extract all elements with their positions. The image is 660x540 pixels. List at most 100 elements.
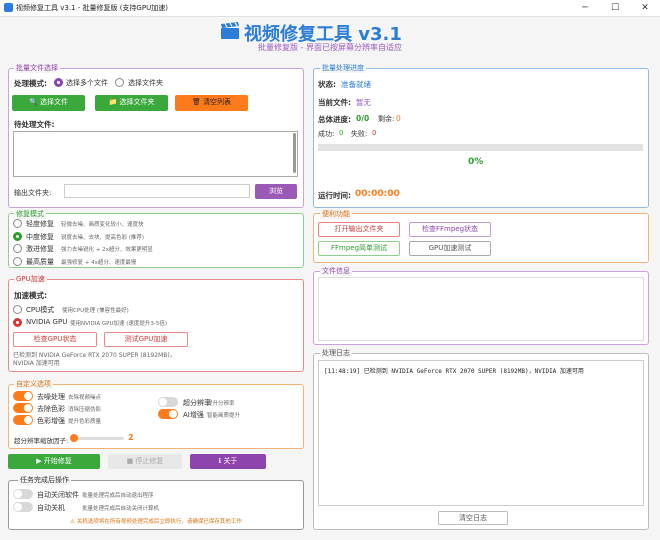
batch-panel-title: 批量文件选择	[14, 63, 60, 73]
status-label: 状态:	[318, 80, 336, 89]
total-progress-label: 总体进度:	[318, 115, 351, 124]
custom-option-toggle[interactable]	[158, 409, 178, 419]
close-button[interactable]: ✕	[630, 0, 660, 17]
title-bar: 视频修复工具 v3.1 - 批量修复版 (支持GPU加速) ─ ☐ ✕	[0, 0, 660, 17]
remaining-value: 0	[396, 114, 401, 123]
custom-option-toggle[interactable]	[13, 391, 33, 401]
clear-log-button[interactable]: 清空日志	[438, 511, 508, 525]
custom-option-toggle[interactable]	[158, 397, 178, 407]
check-ffmpeg-button[interactable]: 检查FFmpeg状态	[409, 222, 491, 237]
maximize-button[interactable]: ☐	[600, 0, 630, 17]
repair-option-desc: 锐度去噪、去块、提高色彩 (推荐)	[61, 234, 145, 241]
repair-option-radio[interactable]	[13, 219, 22, 228]
mode-folder-label: 选择文件夹	[128, 79, 163, 87]
trash-icon: 🗑	[191, 98, 204, 106]
open-output-folder-button[interactable]: 打开输出文件夹	[318, 222, 400, 237]
browse-button[interactable]: 浏览	[255, 184, 297, 199]
remaining-label: 剩余:	[378, 115, 395, 123]
repair-option-label: 最高质量	[26, 257, 54, 266]
repair-option-desc: 最强修复 + 4x超分、速度最慢	[61, 259, 137, 266]
custom-option-label: 色彩增强	[37, 417, 65, 425]
repair-option-radio[interactable]	[13, 244, 22, 253]
gpu-detected-text: 已检测到 NVIDIA GeForce RTX 2070 SUPER (8192…	[13, 352, 176, 367]
repair-option-desc: 轻微去噪、画质变化较小，速度快	[61, 222, 144, 228]
after-task-toggle[interactable]	[13, 489, 33, 499]
run-time-label: 运行时间:	[318, 191, 351, 200]
nvidia-gpu-radio[interactable]	[13, 318, 22, 327]
nvidia-gpu-label: NVIDIA GPU	[26, 318, 68, 326]
cpu-mode-desc: 使用CPU处理 (兼容性最好)	[62, 308, 129, 314]
custom-option-desc: 提升色彩质量	[68, 419, 102, 425]
current-file-value: 暂无	[356, 98, 371, 107]
repair-option-radio[interactable]	[13, 256, 22, 266]
status-value: 准备就绪	[341, 80, 371, 89]
log-text-area[interactable]: [11:48:19] 已检测到 NVIDIA GeForce RTX 2070 …	[318, 360, 644, 506]
after-task-desc: 批量处理完成后自动关闭计算机	[82, 506, 160, 512]
custom-option-desc: 去除视频噪点	[68, 395, 102, 401]
repair-option-label: 激进修复	[26, 245, 54, 253]
play-icon: ▶	[36, 457, 44, 465]
repair-option-label: 轻度修复	[26, 220, 54, 228]
custom-option-toggle[interactable]	[13, 415, 33, 425]
success-label: 成功:	[318, 130, 335, 138]
repair-mode-title: 修复模式	[14, 209, 46, 219]
success-value: 0	[339, 129, 344, 137]
scale-slider[interactable]	[70, 434, 124, 442]
custom-options-title: 自定义选项	[14, 379, 53, 389]
after-task-toggle[interactable]	[13, 502, 33, 512]
about-button[interactable]: ℹ 关于	[190, 454, 266, 469]
repair-option-desc: 强力去噪锐化 + 2x超分、效果更明显	[61, 247, 153, 253]
clapperboard-icon	[221, 22, 239, 39]
nvidia-gpu-desc: 使用NVIDIA GPU加速 (速度提升3-5倍)	[70, 321, 167, 327]
repair-option-radio[interactable]	[13, 231, 22, 241]
progress-bar	[318, 144, 643, 151]
app-subtitle: 批量修复版 - 界面已按屏幕分辨率自适应	[258, 43, 402, 52]
custom-option-label: 去噪处理	[37, 393, 65, 401]
scale-factor-value: 2	[128, 433, 134, 442]
log-panel-title: 处理日志	[320, 348, 352, 358]
clear-list-button[interactable]: 🗑 清空列表	[175, 95, 248, 111]
shutdown-warning: ⚠ 关机选项将在所有视频处理完成后立即执行，请确保已保存其他工作	[70, 519, 242, 525]
select-files-button[interactable]: 🔍 选择文件	[12, 95, 85, 111]
ffmpeg-test-button[interactable]: FFmpeg简单测试	[318, 241, 400, 256]
custom-option-desc: 消除压缩伪影	[68, 407, 102, 413]
list-scrollbar[interactable]	[293, 133, 296, 173]
mode-multi-radio[interactable]	[54, 78, 63, 87]
pending-files-label: 待处理文件:	[14, 120, 55, 129]
stop-repair-button[interactable]: ■ 停止修复	[108, 454, 182, 469]
fail-label: 失败:	[351, 130, 368, 138]
check-gpu-button[interactable]: 检查GPU状态	[13, 332, 97, 347]
tools-panel-title: 便利功能	[320, 209, 352, 219]
search-icon: 🔍	[29, 98, 40, 106]
fail-value: 0	[372, 129, 377, 137]
after-task-desc: 批量处理完成后自动退出程序	[82, 493, 154, 499]
output-folder-input[interactable]	[64, 184, 250, 198]
folder-icon: 📁	[108, 98, 120, 106]
start-repair-button[interactable]: ▶ 开始修复	[8, 454, 100, 469]
mode-folder-radio[interactable]	[115, 78, 124, 87]
file-info-text[interactable]	[318, 277, 644, 341]
gpu-test-button[interactable]: GPU加速测试	[409, 241, 491, 256]
cpu-mode-label: CPU模式	[26, 306, 55, 314]
test-gpu-button[interactable]: 测试GPU加速	[104, 332, 188, 347]
after-task-label: 自动关机	[37, 504, 65, 512]
pending-files-list[interactable]	[13, 131, 298, 177]
minimize-button[interactable]: ─	[570, 0, 600, 17]
warning-icon: ⚠	[70, 519, 77, 525]
run-time-value: 00:00:00	[355, 189, 400, 199]
select-folder-button[interactable]: 📁 选择文件夹	[95, 95, 168, 111]
total-progress-value: 0/0	[356, 114, 370, 123]
cpu-mode-radio[interactable]	[13, 305, 22, 314]
window-title: 视频修复工具 v3.1 - 批量修复版 (支持GPU加速)	[16, 4, 168, 12]
custom-option-toggle[interactable]	[13, 403, 33, 413]
accel-mode-label: 加速模式:	[14, 291, 47, 300]
custom-option-desc: 提升分辨率	[207, 401, 235, 407]
log-line: [11:48:19] 已检测到 NVIDIA GeForce RTX 2070 …	[324, 368, 584, 375]
output-folder-label: 输出文件夹:	[14, 189, 52, 197]
scale-factor-label: 超分辨率缩放因子:	[14, 437, 69, 445]
after-task-title: 任务完成后操作	[18, 475, 71, 485]
after-task-label: 自动关闭软件	[37, 491, 79, 499]
repair-option-label: 中度修复	[26, 232, 54, 241]
scale-slider-handle[interactable]	[70, 434, 78, 442]
progress-percent: 0%	[468, 157, 484, 167]
